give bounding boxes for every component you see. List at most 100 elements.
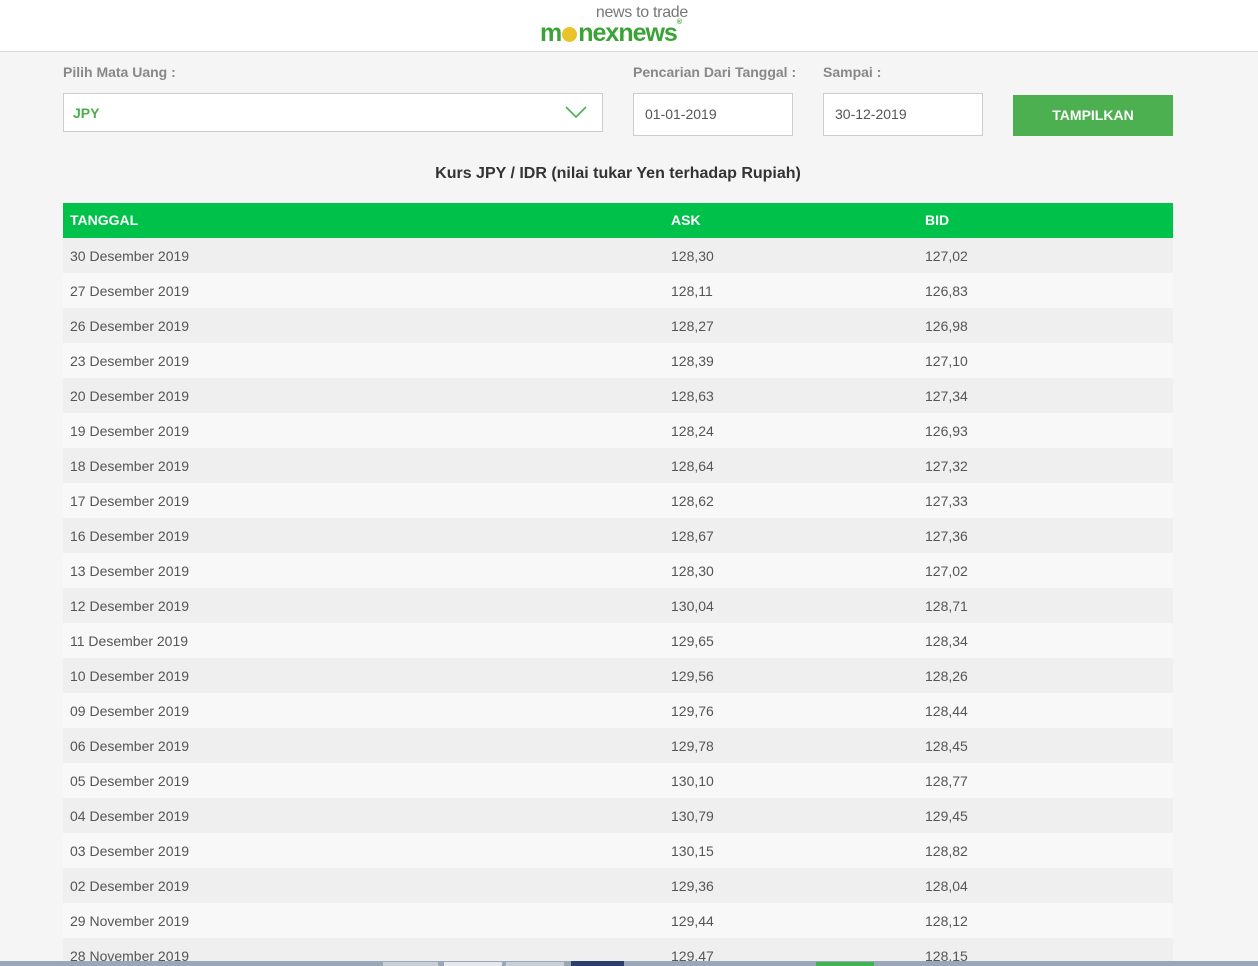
cell-ask: 130,04 [671,598,714,614]
currency-select[interactable]: JPY [63,93,603,132]
to-date-label: Sampai : [823,64,882,80]
cell-bid: 128,04 [925,878,968,894]
cell-ask: 130,15 [671,843,714,859]
cell-ask: 128,27 [671,318,714,334]
cell-bid: 128,44 [925,703,968,719]
cell-ask: 130,79 [671,808,714,824]
table-row: 18 Desember 2019 128,64 127,32 [63,448,1173,483]
exchange-rate-table: TANGGAL ASK BID 30 Desember 2019 128,30 12… [63,203,1173,966]
currency-selected-value: JPY [73,105,100,121]
cell-bid: 128,71 [925,598,968,614]
cell-bid: 128,77 [925,773,968,789]
table-row: 27 Desember 2019 128,11 126,83 [63,273,1173,308]
cell-ask: 130,10 [671,773,714,789]
table-row: 19 Desember 2019 128,24 126,93 [63,413,1173,448]
cell-ask: 129,65 [671,633,714,649]
table-row: 10 Desember 2019 129,56 128,26 [63,658,1173,693]
cell-ask: 129,36 [671,878,714,894]
cell-date: 05 Desember 2019 [70,773,190,789]
cell-bid: 126,98 [925,318,968,334]
cell-bid: 126,83 [925,283,968,299]
cell-ask: 129,56 [671,668,714,684]
cell-date: 17 Desember 2019 [70,493,190,509]
cell-bid: 127,34 [925,388,968,404]
cell-date: 26 Desember 2019 [70,318,190,334]
cell-ask: 128,63 [671,388,714,404]
cell-bid: 127,02 [925,563,968,579]
column-header-bid: BID [925,212,950,228]
cell-date: 09 Desember 2019 [70,703,190,719]
cell-ask: 128,11 [671,283,713,299]
cell-bid: 128,34 [925,633,968,649]
cell-ask: 128,30 [671,563,714,579]
cell-ask: 128,24 [671,423,714,439]
cell-ask: 129,44 [671,913,714,929]
table-row: 16 Desember 2019 128,67 127,36 [63,518,1173,553]
taskbar-item[interactable] [383,962,438,966]
table-row: 11 Desember 2019 129,65 128,34 [63,623,1173,658]
table-row: 06 Desember 2019 129,78 128,45 [63,728,1173,763]
cell-date: 10 Desember 2019 [70,668,190,684]
table-body: 30 Desember 2019 128,30 127,02 27 Desember … [63,238,1173,966]
cell-bid: 127,10 [925,353,968,369]
taskbar-item[interactable] [571,961,624,966]
cell-date: 18 Desember 2019 [70,458,190,474]
cell-ask: 129,78 [671,738,714,754]
table-row: 12 Desember 2019 130,04 128,71 [63,588,1173,623]
table-row: 04 Desember 2019 130,79 129,45 [63,798,1173,833]
cell-date: 30 Desember 2019 [70,248,190,264]
chevron-down-icon [565,106,587,119]
cell-bid: 127,36 [925,528,968,544]
coin-icon [562,27,578,42]
taskbar-item[interactable] [816,962,874,966]
cell-bid: 128,82 [925,843,968,859]
cell-date: 13 Desember 2019 [70,563,190,579]
table-row: 23 Desember 2019 128,39 127,10 [63,343,1173,378]
cell-bid: 128,26 [925,668,968,684]
cell-date: 19 Desember 2019 [70,423,190,439]
from-date-label: Pencarian Dari Tanggal : [633,64,797,80]
site-header: news to trade m nexnews® [0,0,1258,52]
cell-ask: 128,62 [671,493,714,509]
taskbar [0,961,1258,966]
table-row: 30 Desember 2019 128,30 127,02 [63,238,1173,273]
table-row: 03 Desember 2019 130,15 128,82 [63,833,1173,868]
currency-label: Pilih Mata Uang : [63,64,176,80]
logo-wordmark: m nexnews® [540,19,682,47]
cell-ask: 128,67 [671,528,714,544]
table-row: 17 Desember 2019 128,62 127,33 [63,483,1173,518]
monexnews-logo[interactable]: news to trade m nexnews® [540,4,700,48]
cell-date: 29 November 2019 [70,913,190,929]
to-date-input[interactable]: 30-12-2019 [823,93,983,136]
taskbar-item[interactable] [506,962,564,966]
table-row: 05 Desember 2019 130,10 128,77 [63,763,1173,798]
cell-date: 27 Desember 2019 [70,283,190,299]
cell-date: 06 Desember 2019 [70,738,190,754]
taskbar-item[interactable] [444,962,502,966]
table-caption: Kurs JPY / IDR (nilai tukar Yen terhadap… [435,165,801,182]
table-row: 13 Desember 2019 128,30 127,02 [63,553,1173,588]
table-row: 09 Desember 2019 129,76 128,44 [63,693,1173,728]
cell-date: 23 Desember 2019 [70,353,190,369]
cell-bid: 127,02 [925,248,968,264]
cell-bid: 127,33 [925,493,968,509]
tampilkan-button[interactable]: TAMPILKAN [1013,95,1173,136]
cell-date: 04 Desember 2019 [70,808,190,824]
from-date-input[interactable]: 01-01-2019 [633,93,793,136]
cell-date: 11 Desember 2019 [70,633,189,649]
cell-date: 16 Desember 2019 [70,528,190,544]
cell-date: 12 Desember 2019 [70,598,190,614]
cell-ask: 128,39 [671,353,714,369]
cell-bid: 129,45 [925,808,968,824]
cell-bid: 127,32 [925,458,968,474]
cell-bid: 126,93 [925,423,968,439]
table-header: TANGGAL ASK BID [63,203,1173,238]
cell-ask: 128,64 [671,458,714,474]
cell-bid: 128,45 [925,738,968,754]
table-row: 20 Desember 2019 128,63 127,34 [63,378,1173,413]
column-header-ask: ASK [671,212,701,228]
column-header-date: TANGGAL [70,212,139,228]
cell-date: 03 Desember 2019 [70,843,190,859]
cell-date: 02 Desember 2019 [70,878,190,894]
cell-bid: 128,12 [925,913,968,929]
